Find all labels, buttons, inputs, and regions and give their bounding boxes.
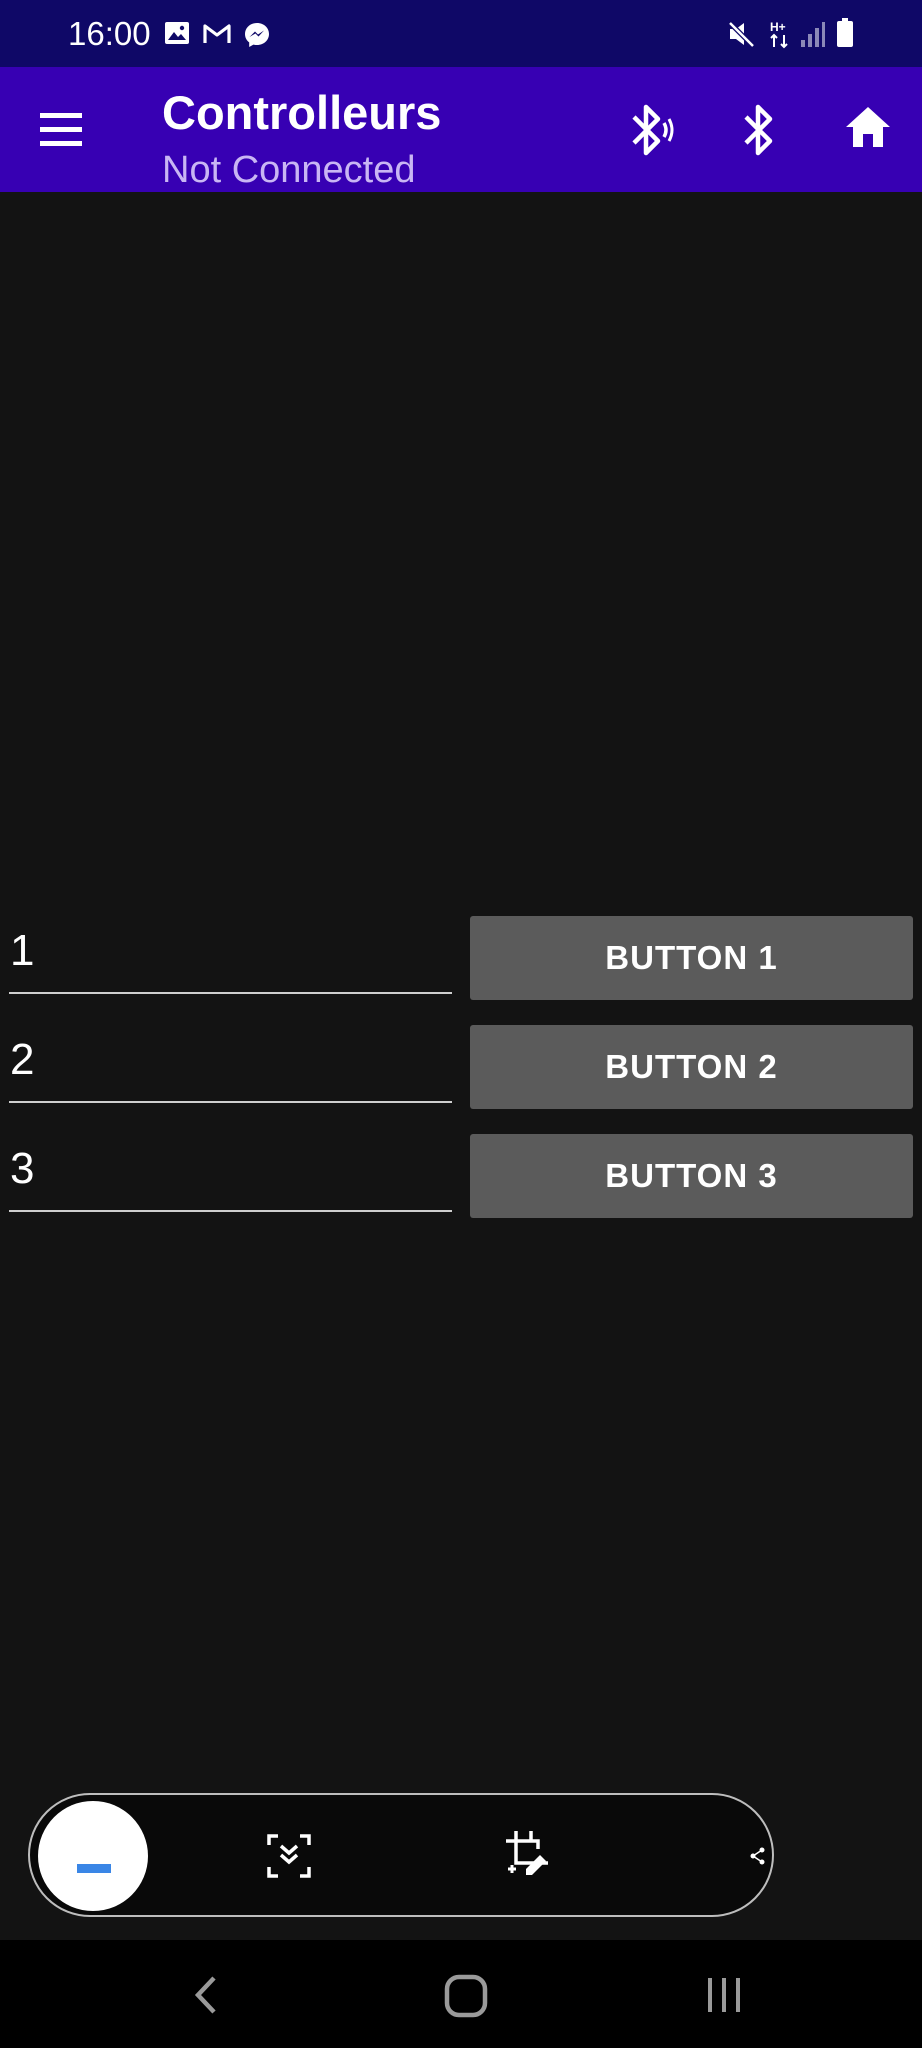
recents-icon[interactable] bbox=[704, 1974, 744, 2016]
home-button-icon[interactable] bbox=[444, 1974, 488, 2018]
image-icon bbox=[165, 22, 189, 44]
home-icon[interactable] bbox=[844, 105, 892, 149]
messenger-icon bbox=[245, 23, 269, 47]
status-bar: 16:00 H+ bbox=[0, 0, 922, 67]
button-2[interactable]: BUTTON 2 bbox=[470, 1025, 913, 1109]
app-title: Controlleurs bbox=[162, 86, 442, 139]
input-value: 3 bbox=[10, 1144, 35, 1193]
input-value: 2 bbox=[10, 1035, 35, 1084]
signal-icon bbox=[801, 22, 825, 47]
app-bar: Controlleurs Not Connected bbox=[0, 67, 922, 192]
hplus-data-icon: H+ bbox=[770, 20, 788, 49]
menu-icon[interactable] bbox=[36, 107, 86, 153]
crop-edit-icon[interactable] bbox=[504, 1829, 550, 1879]
text-input-1[interactable]: 1 bbox=[9, 908, 452, 994]
bluetooth-icon[interactable] bbox=[738, 99, 778, 161]
svg-text:H+: H+ bbox=[770, 20, 786, 34]
connection-status: Not Connected bbox=[162, 149, 416, 191]
system-nav-bar bbox=[0, 1940, 922, 2048]
input-value: 1 bbox=[10, 926, 35, 975]
text-input-2[interactable]: 2 bbox=[9, 1017, 452, 1103]
screenshot-toolbar bbox=[28, 1793, 774, 1917]
button-1[interactable]: BUTTON 1 bbox=[470, 916, 913, 1000]
thumbnail-content bbox=[77, 1864, 111, 1873]
status-time: 16:00 bbox=[68, 15, 151, 52]
scroll-capture-icon[interactable] bbox=[266, 1833, 312, 1879]
gmail-icon bbox=[203, 24, 231, 43]
bluetooth-scan-icon[interactable] bbox=[628, 99, 674, 161]
mute-icon bbox=[728, 21, 755, 48]
text-input-3[interactable]: 3 bbox=[9, 1126, 452, 1212]
share-icon[interactable] bbox=[750, 1847, 766, 1865]
back-icon[interactable] bbox=[190, 1974, 224, 2016]
battery-icon bbox=[837, 18, 853, 47]
screenshot-preview-thumbnail[interactable] bbox=[38, 1801, 148, 1911]
button-3[interactable]: BUTTON 3 bbox=[470, 1134, 913, 1218]
